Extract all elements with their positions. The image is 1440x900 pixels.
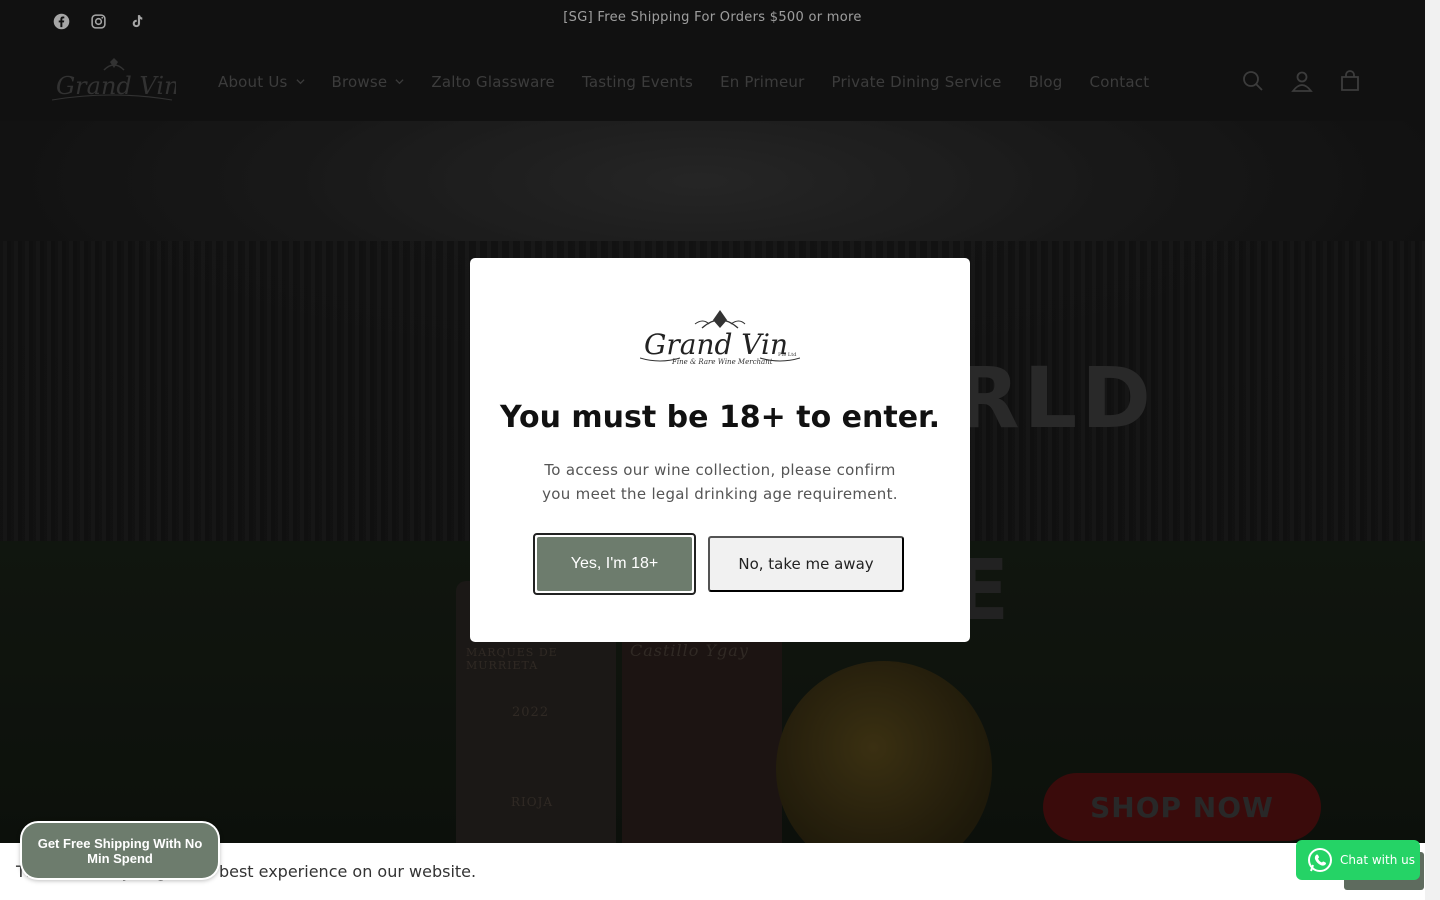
- age-gate-text: To access our wine collection, please co…: [542, 461, 898, 503]
- svg-text:Grand Vin: Grand Vin: [644, 328, 788, 361]
- whatsapp-icon: [1308, 848, 1332, 872]
- svg-text:Fine & Rare Wine Merchant: Fine & Rare Wine Merchant: [671, 358, 773, 366]
- free-shipping-pill[interactable]: Get Free Shipping With No Min Spend: [20, 821, 220, 880]
- scrollbar[interactable]: [1425, 0, 1440, 900]
- age-gate-title: You must be 18+ to enter.: [500, 400, 940, 435]
- whatsapp-chat-button[interactable]: Chat with us: [1296, 840, 1420, 880]
- confirm-age-button[interactable]: Yes, I'm 18+: [533, 533, 696, 595]
- decline-age-button[interactable]: No, take me away: [708, 536, 904, 592]
- svg-text:Pte Ltd: Pte Ltd: [778, 352, 797, 358]
- chat-label: Chat with us: [1340, 853, 1415, 867]
- grand-vin-modal-logo: Grand Vin Pte Ltd Fine & Rare Wine Merch…: [639, 306, 801, 368]
